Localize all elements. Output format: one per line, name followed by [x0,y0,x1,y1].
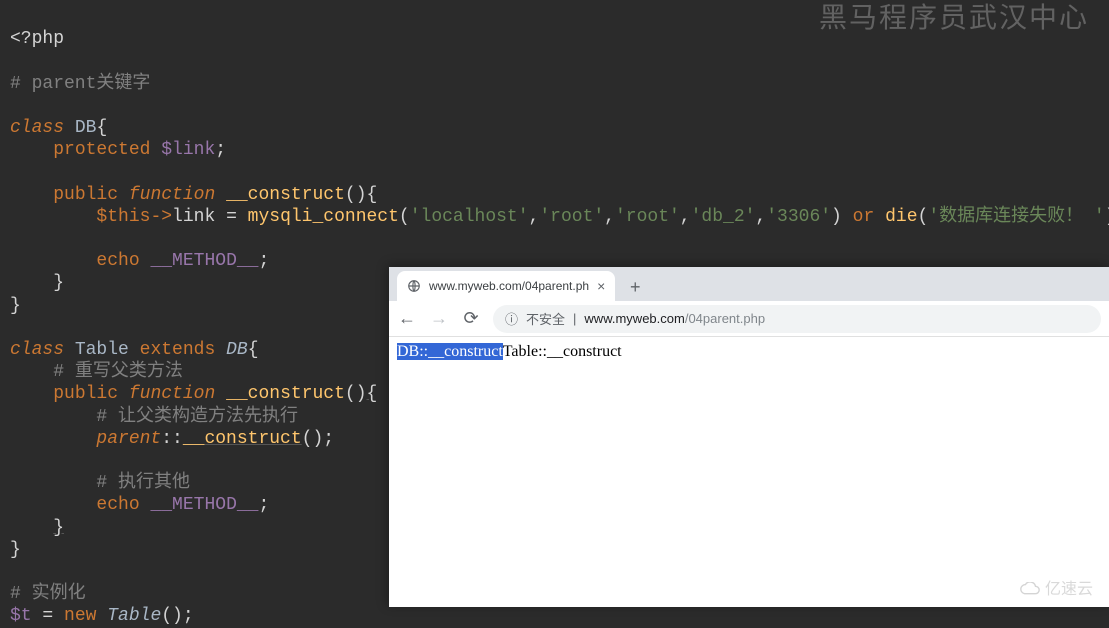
watermark-top: 黑马程序员武汉中心 [819,0,1089,36]
class-table: Table [75,340,129,360]
keyword-extends: extends [140,340,216,360]
fn-mysqli-connect: mysqli_connect [248,207,399,227]
fn-construct: __construct [226,185,345,205]
reload-button[interactable]: ⟳ [461,308,481,329]
close-icon[interactable]: × [597,278,605,294]
page-content[interactable]: DB::__constructTable::__construct [389,337,1109,607]
insecure-label: 不安全 [526,309,565,328]
keyword-public: public [53,185,118,205]
comment-parent-keyword: # parent关键字 [10,74,150,94]
new-tab-button[interactable]: + [621,273,649,301]
php-open-tag: <?php [10,29,64,49]
address-bar[interactable]: ⓘ 不安全 | www.myweb.com/04parent.php [493,305,1101,333]
keyword-or: or [853,207,875,227]
url-text: www.myweb.com/04parent.php [584,311,765,326]
keyword-parent: parent [96,429,161,449]
keyword-class: class [10,118,64,138]
keyword-new: new [64,606,96,626]
comment-let-parent: # 让父类构造方法先执行 [96,407,298,427]
comment-instantiate: # 实例化 [10,584,86,604]
keyword-function: function [129,185,215,205]
magic-method: __METHOD__ [150,251,258,271]
info-icon: ⓘ [505,309,518,328]
browser-window: www.myweb.com/04parent.ph × + ← → ⟳ ⓘ 不安… [389,267,1109,607]
class-db: DB [75,118,97,138]
var-this: $this [96,207,150,227]
selected-text: DB::__construct [397,343,503,360]
comment-override: # 重写父类方法 [53,362,183,382]
var-t: $t [10,606,32,626]
fn-die: die [885,207,917,227]
forward-button[interactable]: → [429,308,449,329]
browser-toolbar: ← → ⟳ ⓘ 不安全 | www.myweb.com/04parent.php [389,301,1109,337]
comment-exec-other: # 执行其他 [96,473,190,493]
var-link: $link [161,140,215,160]
keyword-echo: echo [96,251,139,271]
tab-title: www.myweb.com/04parent.ph [429,279,589,293]
browser-tabstrip[interactable]: www.myweb.com/04parent.ph × + [389,267,1109,301]
back-button[interactable]: ← [397,308,417,329]
watermark-bottom: 亿速云 [1019,575,1093,599]
browser-tab[interactable]: www.myweb.com/04parent.ph × [397,271,615,301]
keyword-protected: protected [53,140,150,160]
globe-icon [407,279,421,293]
page-output-rest: Table::__construct [503,343,622,360]
